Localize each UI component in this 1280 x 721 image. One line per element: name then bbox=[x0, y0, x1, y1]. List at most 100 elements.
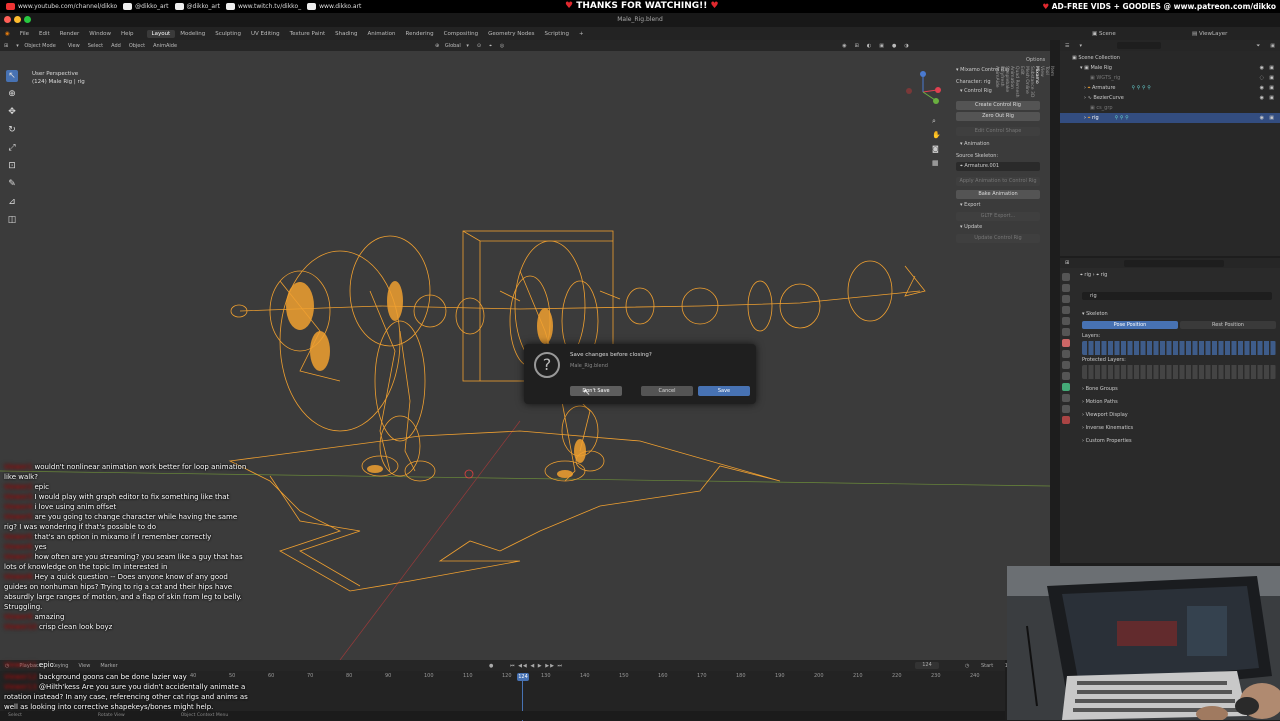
eye-icon[interactable]: ◉ bbox=[1260, 93, 1264, 103]
workspace-tab-scripting[interactable]: Scripting bbox=[540, 30, 574, 38]
camera-toggle-icon[interactable]: ▣ bbox=[1269, 63, 1274, 73]
rotate-tool-icon[interactable]: ↻ bbox=[6, 124, 18, 136]
shading-material-icon[interactable]: ◑ bbox=[900, 43, 912, 49]
workspace-tab-sculpting[interactable]: Sculpting bbox=[210, 30, 246, 38]
render-tab-icon[interactable] bbox=[1062, 284, 1070, 292]
eye-icon[interactable]: ◉ bbox=[1260, 83, 1264, 93]
menu-file[interactable]: File bbox=[15, 31, 34, 37]
outliner-row[interactable]: ▣ cs_grp bbox=[1060, 103, 1280, 113]
zoom-icon[interactable]: ⌕ bbox=[932, 114, 942, 128]
pivot-icon[interactable]: ⊙ bbox=[473, 43, 485, 49]
navigation-gizmo[interactable] bbox=[905, 70, 945, 110]
skeleton-header[interactable]: ▾ Skeleton bbox=[1080, 308, 1278, 321]
sidebar-tab-polyfresh[interactable]: Polyfresh bbox=[999, 66, 1004, 440]
menu-select[interactable]: Select bbox=[84, 43, 107, 49]
menu-view[interactable]: View bbox=[64, 43, 84, 49]
measure-tool-icon[interactable]: ⊿ bbox=[6, 196, 18, 208]
transform-tool-icon[interactable]: ⊡ bbox=[6, 160, 18, 172]
snap-icon[interactable]: ⌖ bbox=[485, 43, 496, 49]
outliner-row-selected[interactable]: › ⌖ rig ⚲ ⚲ ⚲ ◉ ▣ bbox=[1060, 113, 1280, 123]
sidebar-tab-substance[interactable]: Substance 3D bbox=[1029, 66, 1034, 440]
sidebar-tab-edit[interactable]: Edit bbox=[1019, 66, 1024, 440]
tool-tab-icon[interactable] bbox=[1062, 273, 1070, 281]
eye-icon[interactable]: ◉ bbox=[1260, 113, 1264, 123]
shading-solid-icon[interactable]: ● bbox=[888, 43, 900, 49]
bone-tab-icon[interactable] bbox=[1062, 394, 1070, 402]
sidebar-tab-simplebake[interactable]: Simplebake bbox=[1004, 66, 1009, 440]
outliner-row[interactable]: ▣ WGTS_rig ◌ ▣ bbox=[1060, 73, 1280, 83]
workspace-tab-shading[interactable]: Shading bbox=[330, 30, 362, 38]
overlay-icon[interactable]: ◐ bbox=[863, 43, 875, 49]
modifier-tab-icon[interactable] bbox=[1062, 350, 1070, 358]
minimize-window-button[interactable] bbox=[14, 16, 21, 23]
playback-controls[interactable]: ⏮ ◀◀ ◀ ▶ ▶▶ ⏭ bbox=[505, 663, 568, 669]
workspace-tab-texture-paint[interactable]: Texture Paint bbox=[285, 30, 331, 38]
workspace-tab-compositing[interactable]: Compositing bbox=[439, 30, 483, 38]
filter-funnel-icon[interactable]: ⏷ bbox=[1251, 43, 1265, 49]
view-layer-selector[interactable]: ▤ ViewLayer bbox=[1192, 31, 1227, 37]
workspace-tab-rendering[interactable]: Rendering bbox=[401, 30, 439, 38]
rest-position-button[interactable]: Rest Position bbox=[1180, 321, 1276, 329]
menu-marker[interactable]: Marker bbox=[95, 663, 122, 669]
playhead[interactable]: 124 bbox=[517, 673, 529, 681]
visibility-icon[interactable]: ◉ bbox=[838, 43, 850, 49]
ortho-grid-icon[interactable]: ▦ bbox=[932, 156, 942, 170]
outliner-row[interactable]: ▾ ▣ Male Rig ◉ ▣ bbox=[1060, 63, 1280, 73]
sidebar-tab-animaide[interactable]: AnimAide bbox=[994, 66, 999, 440]
scale-tool-icon[interactable]: ⤢ bbox=[6, 142, 18, 154]
bone-layers-grid[interactable] bbox=[1082, 341, 1276, 355]
outliner-search-input[interactable] bbox=[1117, 42, 1162, 49]
save-button[interactable]: Save bbox=[698, 386, 750, 396]
output-tab-icon[interactable] bbox=[1062, 295, 1070, 303]
move-tool-icon[interactable]: ✥ bbox=[6, 106, 18, 118]
add-workspace-button[interactable]: + bbox=[574, 30, 589, 38]
orientation-selector[interactable]: ⊕ Global ▾ bbox=[431, 43, 473, 49]
menu-add[interactable]: Add bbox=[107, 43, 125, 49]
properties-search-input[interactable] bbox=[1124, 259, 1225, 267]
section-inverse-kinematics[interactable]: › Inverse Kinematics bbox=[1080, 422, 1278, 435]
bone-constraint-tab-icon[interactable] bbox=[1062, 405, 1070, 413]
sidebar-tab-mesh-online[interactable]: Mesh Online bbox=[1024, 66, 1029, 440]
outliner-editor-icon[interactable]: ☰ bbox=[1060, 43, 1074, 49]
workspace-tab-animation[interactable]: Animation bbox=[362, 30, 400, 38]
world-tab-icon[interactable] bbox=[1062, 328, 1070, 336]
mode-selector[interactable]: ▾ Object Mode bbox=[12, 43, 64, 49]
camera-icon[interactable]: ◙ bbox=[932, 142, 942, 156]
add-cube-tool-icon[interactable]: ◫ bbox=[6, 214, 18, 226]
close-window-button[interactable] bbox=[4, 16, 11, 23]
sidebar-tab-mixamo[interactable]: Mixamo bbox=[1034, 66, 1039, 440]
pose-position-button[interactable]: Pose Position bbox=[1082, 321, 1178, 329]
camera-toggle-icon[interactable]: ▣ bbox=[1269, 93, 1274, 103]
section-bone-groups[interactable]: › Bone Groups bbox=[1080, 383, 1278, 396]
options-dropdown[interactable]: Options bbox=[1026, 57, 1045, 63]
sidebar-tab-quad-remesh[interactable]: Quad Remesh bbox=[1014, 66, 1019, 440]
properties-editor-icon[interactable]: ⊞ bbox=[1060, 260, 1074, 266]
workspace-tab-layout[interactable]: Layout bbox=[146, 29, 176, 38]
blender-logo-icon[interactable]: ◉ bbox=[0, 31, 15, 37]
annotate-tool-icon[interactable]: ✎ bbox=[6, 178, 18, 190]
eye-icon[interactable]: ◉ bbox=[1260, 63, 1264, 73]
menu-help[interactable]: Help bbox=[116, 31, 139, 37]
menu-window[interactable]: Window bbox=[84, 31, 116, 37]
outliner-filter-icon[interactable]: ▾ bbox=[1074, 43, 1087, 49]
pan-hand-icon[interactable]: ✋ bbox=[932, 128, 942, 142]
gizmo-icon[interactable]: ⊞ bbox=[851, 43, 863, 49]
texture-tab-icon[interactable] bbox=[1062, 416, 1070, 424]
workspace-tab-modeling[interactable]: Modeling bbox=[175, 30, 210, 38]
cancel-button[interactable]: Cancel bbox=[641, 386, 693, 396]
object-tab-icon[interactable] bbox=[1062, 339, 1070, 347]
current-frame-field[interactable]: 124 bbox=[915, 662, 939, 669]
dont-save-button[interactable]: Don't Save bbox=[570, 386, 622, 396]
outliner-row[interactable]: › ⌖ Armature ⚲ ⚲ ⚲ ⚲ ◉ ▣ bbox=[1060, 83, 1280, 93]
sidebar-tab-view[interactable]: View bbox=[1039, 66, 1044, 440]
view-layer-tab-icon[interactable] bbox=[1062, 306, 1070, 314]
sidebar-tab-item[interactable]: Item bbox=[1049, 66, 1054, 440]
menu-timeline-view[interactable]: View bbox=[73, 663, 95, 669]
editor-type-icon[interactable]: ⊞ bbox=[0, 43, 12, 49]
menu-render[interactable]: Render bbox=[55, 31, 85, 37]
sidebar-tab-animation[interactable]: Animation bbox=[1009, 66, 1014, 440]
armature-data-tab-icon[interactable] bbox=[1062, 383, 1070, 391]
scene-selector[interactable]: ▣ Scene bbox=[1092, 31, 1116, 37]
scene-tab-icon[interactable] bbox=[1062, 317, 1070, 325]
maximize-window-button[interactable] bbox=[24, 16, 31, 23]
